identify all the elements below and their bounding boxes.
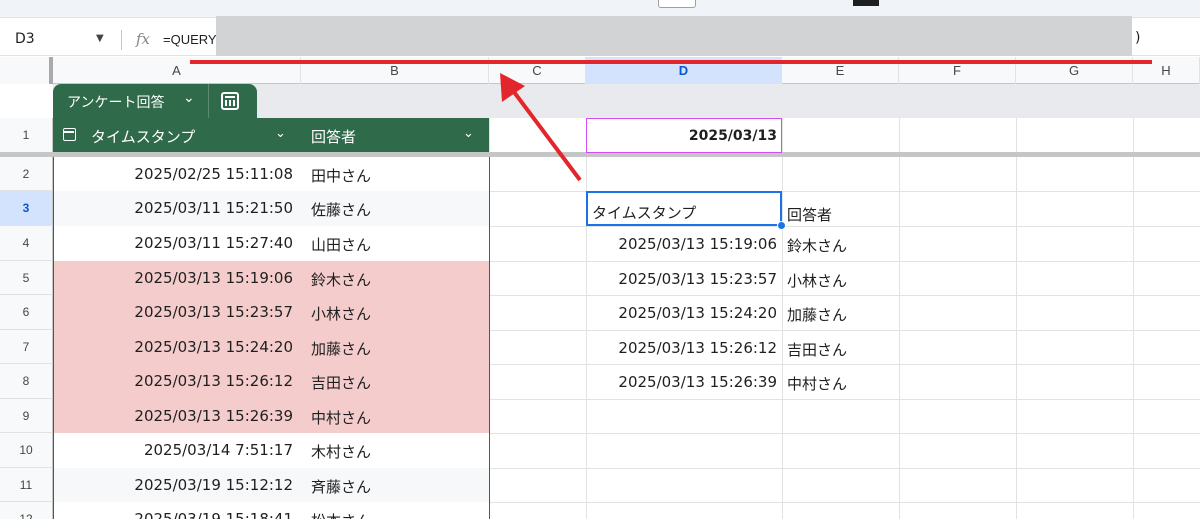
table-name: アンケート回答 [67, 95, 165, 111]
timestamp-cell: 2025/03/19 15:18:41 [134, 510, 293, 519]
respondent-cell: 小林さん [311, 305, 372, 323]
respondent-cell: 加藤さん [311, 340, 372, 358]
redaction-box [216, 16, 1132, 56]
row-header-5[interactable]: 5 [0, 261, 53, 295]
table-row[interactable]: 2025/03/14 7:51:17 木村さん [53, 433, 489, 468]
name-box[interactable]: D3 ▼ [0, 26, 118, 52]
column-header-row: ABCDEFGH [0, 57, 1200, 84]
timestamp-cell: 2025/03/13 15:26:12 [134, 372, 293, 390]
timestamp-cell: 2025/03/13 15:24:20 [134, 338, 293, 356]
chevron-down-icon[interactable]: ⌄ [183, 90, 195, 106]
row-header-7[interactable]: 7 [0, 330, 53, 364]
query-result-timestamp: 2025/03/13 15:24:20 [618, 304, 777, 322]
query-result-respondent: 小林さん [787, 272, 848, 290]
query-result-respondent: 鈴木さん [787, 237, 848, 255]
fill-handle[interactable] [777, 221, 786, 230]
formula-input[interactable]: =QUERY( [163, 32, 221, 47]
row-header-1[interactable]: 1 [0, 118, 53, 153]
table-row[interactable]: 2025/03/19 15:18:41 松本さん [53, 502, 489, 519]
column-header-a[interactable]: A [53, 57, 301, 84]
respondent-cell: 斉藤さん [311, 478, 372, 496]
row-header-11[interactable]: 11 [0, 468, 53, 502]
query-result-timestamp: 2025/03/13 15:26:12 [618, 339, 777, 357]
grid-line-vertical [1016, 118, 1017, 519]
column-header-d[interactable]: D [586, 57, 782, 84]
table-row[interactable]: 2025/03/11 15:21:50 佐藤さん [53, 191, 489, 226]
divider [121, 30, 122, 50]
timestamp-cell: 2025/03/13 15:23:57 [134, 303, 293, 321]
row-header-8[interactable]: 8 [0, 364, 53, 399]
table-row[interactable]: 2025/02/25 15:11:08 田中さん [53, 157, 489, 191]
table-row[interactable]: 2025/03/13 15:26:39 中村さん [53, 399, 489, 433]
divider [208, 84, 209, 118]
grid-line-vertical [899, 118, 900, 519]
timestamp-cell: 2025/02/25 15:11:08 [134, 165, 293, 183]
column-header-c[interactable]: C [489, 57, 586, 84]
grid-line-vertical [586, 118, 587, 519]
respondent-cell: 松本さん [311, 510, 371, 519]
d1-value: 2025/03/13 [688, 128, 777, 144]
header-timestamp[interactable]: タイムスタンプ [91, 126, 195, 147]
column-header-b[interactable]: B [301, 57, 489, 84]
cell-reference: D3 [15, 31, 35, 47]
respondent-cell: 佐藤さん [311, 201, 372, 219]
table-row[interactable]: 2025/03/19 15:12:12 斉藤さん [53, 468, 489, 502]
row-header-10[interactable]: 10 [0, 433, 53, 468]
row-header-3[interactable]: 3 [0, 191, 53, 226]
chevron-down-icon[interactable]: ▼ [96, 33, 104, 44]
respondent-cell: 田中さん [311, 167, 372, 185]
table-name-tab[interactable]: アンケート回答 ⌄ [53, 84, 257, 118]
query-result-timestamp: 2025/03/13 15:23:57 [618, 270, 777, 288]
calculator-icon[interactable] [221, 92, 239, 110]
respondent-cell: 木村さん [311, 443, 372, 461]
query-header-timestamp: タイムスタンプ [592, 204, 697, 222]
grid-line-vertical [782, 118, 783, 519]
row-header-12[interactable]: 12 [0, 502, 53, 519]
grid-line-vertical [1133, 118, 1134, 519]
query-result-respondent: 吉田さん [787, 341, 848, 359]
grid-line-vertical [489, 118, 490, 519]
chevron-down-icon[interactable]: ⌄ [463, 126, 474, 141]
row-header-2[interactable]: 2 [0, 157, 53, 191]
timestamp-cell: 2025/03/11 15:21:50 [134, 199, 293, 217]
column-header-h[interactable]: H [1133, 57, 1200, 84]
header-respondent[interactable]: 回答者 [311, 126, 356, 147]
table-row[interactable]: 2025/03/13 15:24:20 加藤さん [53, 330, 489, 364]
table-row[interactable]: 2025/03/13 15:23:57 小林さん [53, 295, 489, 330]
query-result-timestamp: 2025/03/13 15:26:39 [618, 373, 777, 391]
timestamp-cell: 2025/03/11 15:27:40 [134, 234, 293, 252]
timestamp-cell: 2025/03/14 7:51:17 [143, 441, 293, 459]
query-header-respondent: 回答者 [787, 206, 833, 224]
respondent-cell: 鈴木さん [311, 271, 372, 289]
column-header-e[interactable]: E [782, 57, 899, 84]
table-header-row: タイムスタンプ ⌄ 回答者 ⌄ [53, 118, 489, 153]
column-header-f[interactable]: F [899, 57, 1016, 84]
respondent-cell: 吉田さん [311, 374, 372, 392]
timestamp-cell: 2025/03/13 15:19:06 [134, 269, 293, 287]
font-size-box[interactable] [658, 0, 696, 8]
respondent-cell: 山田さん [311, 236, 372, 254]
calendar-icon [63, 128, 76, 141]
select-all-corner[interactable] [0, 57, 53, 84]
chevron-down-icon[interactable]: ⌄ [275, 126, 286, 141]
cell-d1[interactable]: 2025/03/13 [586, 118, 782, 153]
row-header-4[interactable]: 4 [0, 226, 53, 261]
query-result-timestamp: 2025/03/13 15:19:06 [618, 235, 777, 253]
respondent-cell: 中村さん [311, 409, 372, 427]
table-row[interactable]: 2025/03/13 15:19:06 鈴木さん [53, 261, 489, 295]
timestamp-cell: 2025/03/19 15:12:12 [134, 476, 293, 494]
row-header-6[interactable]: 6 [0, 295, 53, 330]
column-header-g[interactable]: G [1016, 57, 1133, 84]
table-row[interactable]: 2025/03/11 15:27:40 山田さん [53, 226, 489, 261]
cell-d3-selected[interactable]: タイムスタンプ [586, 191, 782, 226]
formula-end[interactable]: ) [1135, 30, 1140, 46]
timestamp-cell: 2025/03/13 15:26:39 [134, 407, 293, 425]
text-color-swatch[interactable] [853, 0, 879, 6]
function-icon: fx [136, 30, 151, 48]
row-header-9[interactable]: 9 [0, 399, 53, 433]
table-row[interactable]: 2025/03/13 15:26:12 吉田さん [53, 364, 489, 399]
query-result-respondent: 加藤さん [787, 306, 848, 324]
query-result-respondent: 中村さん [787, 375, 848, 393]
